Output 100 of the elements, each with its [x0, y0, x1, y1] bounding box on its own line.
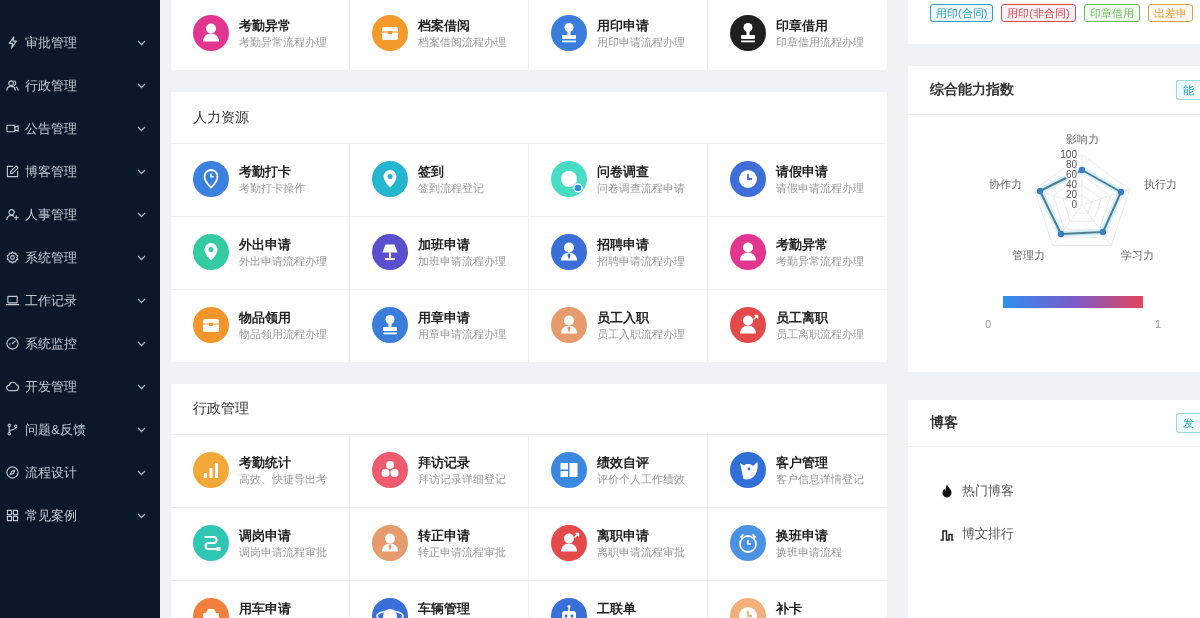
axis-label: 学习力 [1120, 248, 1154, 261]
app-tile[interactable]: 档案借阅 档案借阅流程办理 [350, 0, 529, 70]
app-tile[interactable]: 转正申请 转正申请流程审批 [350, 507, 529, 580]
tile-title: 转正申请 [418, 528, 471, 544]
app-tile[interactable]: 车辆管理 [350, 580, 529, 618]
app-tile[interactable]: 问卷调查 问卷调查流程申请 [529, 143, 708, 216]
sidebar-item[interactable]: 审批管理 [0, 21, 160, 64]
axis-label: 执行力 [1144, 177, 1177, 190]
app-tile[interactable]: 调岗申请 调岗申请流程审批 [171, 507, 350, 580]
sidebar-item[interactable]: 博客管理 [0, 150, 160, 193]
grid-icon [6, 509, 19, 522]
sidebar-item[interactable]: 系统监控 [0, 322, 160, 365]
tile-title: 员工离职 [776, 310, 829, 326]
tile-description: 换班申请流程 [776, 545, 842, 560]
app-tile[interactable]: 考勤统计 高效、快捷导出考 [171, 434, 350, 507]
tick-label: 0 [1071, 198, 1077, 210]
app-tile[interactable]: 用章申请 用章申请流程办理 [350, 289, 529, 362]
sidebar-item[interactable]: 问题&反馈 [0, 408, 160, 451]
tile-title: 拜访记录 [418, 455, 471, 471]
gauge-icon [6, 337, 19, 350]
app-tile[interactable]: 拜访记录 拜访记录详细登记 [350, 434, 529, 507]
app-tile[interactable]: 工联单 [529, 580, 708, 618]
sidebar-item[interactable]: 行政管理 [0, 64, 160, 107]
app-tile[interactable]: 考勤打卡 考勤打卡操作 [171, 143, 350, 216]
app-tile[interactable]: 用车申请 [171, 580, 350, 618]
tile-title: 印章借用 [776, 18, 829, 34]
tile-description: 档案借阅流程办理 [418, 35, 506, 50]
tile-title: 招聘申请 [597, 237, 650, 253]
tile-description: 问卷调查流程申请 [597, 181, 685, 196]
app-tile[interactable]: 用印申请 用印申请流程办理 [529, 0, 708, 70]
data-point [1036, 187, 1044, 195]
app-tile[interactable]: 外出申请 外出申请流程办理 [171, 216, 350, 289]
menu-item[interactable]: 热门博客 [940, 469, 1014, 512]
edit-icon [6, 165, 19, 178]
tile-description: 印章借用流程办理 [776, 35, 864, 50]
laptop-icon [6, 294, 19, 307]
tile-description: 客户信息详情登记 [776, 472, 864, 487]
app-tile[interactable]: 绩效自评 评价个人工作绩效 [529, 434, 708, 507]
tile-title: 用车申请 [239, 601, 291, 617]
tick-label: 20 [1065, 188, 1077, 200]
sidebar-item[interactable]: 人事管理 [0, 193, 160, 236]
card-title: 博客 [930, 414, 958, 432]
sidebar-item[interactable]: 流程设计 [0, 451, 160, 494]
tile-title: 外出申请 [239, 237, 292, 253]
tile-description: 请假申请流程办理 [776, 181, 864, 196]
sidebar-item[interactable]: 常见案例 [0, 494, 160, 537]
app-tile[interactable]: 考勤异常 考勤异常流程办理 [171, 0, 350, 70]
tile-title: 用章申请 [418, 310, 471, 326]
card-title: 综合能力指数 [930, 81, 1014, 99]
app-tile[interactable]: 印章借用 印章借用流程办理 [708, 0, 887, 70]
app-tile[interactable]: 考勤异常 考勤异常流程办理 [708, 216, 887, 289]
tile-description: 招聘申请流程办理 [597, 254, 685, 269]
tick-label: 100 [1060, 148, 1077, 160]
axis-label: 协作力 [989, 177, 1022, 190]
tile-title: 档案借阅 [418, 18, 471, 34]
app-tile[interactable]: 员工入职 员工入职流程办理 [529, 289, 708, 362]
sidebar-item[interactable]: 系统管理 [0, 236, 160, 279]
tile-title: 物品领用 [239, 310, 292, 326]
tile-title: 签到 [418, 164, 445, 180]
tile-title: 用印申请 [597, 18, 650, 34]
sidebar-item[interactable]: 公告管理 [0, 107, 160, 150]
app-tile[interactable]: 员工离职 员工离职流程办理 [708, 289, 887, 362]
quick-tag[interactable]: 用印(非合同) [1001, 4, 1076, 22]
app-tile[interactable]: 补卡 [708, 580, 887, 618]
section-title: 行政管理 [193, 400, 249, 418]
app-tile[interactable]: 离职申请 离职申请流程审批 [529, 507, 708, 580]
tile-description: 离职申请流程审批 [597, 545, 685, 560]
tile-title: 车辆管理 [418, 601, 470, 617]
app-tile[interactable]: 物品领用 物品领用流程办理 [171, 289, 350, 362]
tick-label: 40 [1065, 178, 1077, 190]
app-tile[interactable]: 加班申请 加班申请流程办理 [350, 216, 529, 289]
menu-item[interactable]: 博文排行 [940, 512, 1014, 555]
app-tile[interactable]: 签到 签到流程登记 [350, 143, 529, 216]
app-tile[interactable]: 换班申请 换班申请流程 [708, 507, 887, 580]
axis-label: 影响力 [1065, 132, 1099, 145]
tile-description: 考勤异常流程办理 [239, 35, 327, 50]
tile-description: 高效、快捷导出考 [239, 472, 327, 487]
cloud-icon [6, 380, 19, 393]
tile-description: 考勤打卡操作 [239, 181, 305, 196]
tile-description: 员工入职流程办理 [597, 327, 685, 342]
settings-icon [6, 251, 19, 264]
section-title: 人力资源 [193, 108, 249, 127]
app-tile[interactable]: 招聘申请 招聘申请流程办理 [529, 216, 708, 289]
tile-title: 考勤打卡 [239, 164, 292, 180]
tick-label: 80 [1065, 158, 1077, 170]
tile-title: 请假申请 [776, 164, 829, 180]
tile-description: 签到流程登记 [418, 181, 484, 196]
tile-title: 问卷调查 [597, 164, 650, 180]
app-tile[interactable]: 请假申请 请假申请流程办理 [708, 143, 887, 216]
branch-icon [6, 423, 19, 436]
sidebar-item[interactable]: 开发管理 [0, 365, 160, 408]
legend-label: 1 [1154, 317, 1162, 330]
data-point [1057, 230, 1065, 238]
sidebar-item[interactable]: 工作记录 [0, 279, 160, 322]
tile-title: 绩效自评 [597, 455, 650, 471]
app-tile[interactable]: 客户管理 客户信息详情登记 [708, 434, 887, 507]
tile-description: 评价个人工作绩效 [597, 472, 685, 487]
tile-title: 工联单 [597, 601, 636, 617]
fire-icon [940, 483, 954, 498]
data-point [1117, 188, 1125, 196]
